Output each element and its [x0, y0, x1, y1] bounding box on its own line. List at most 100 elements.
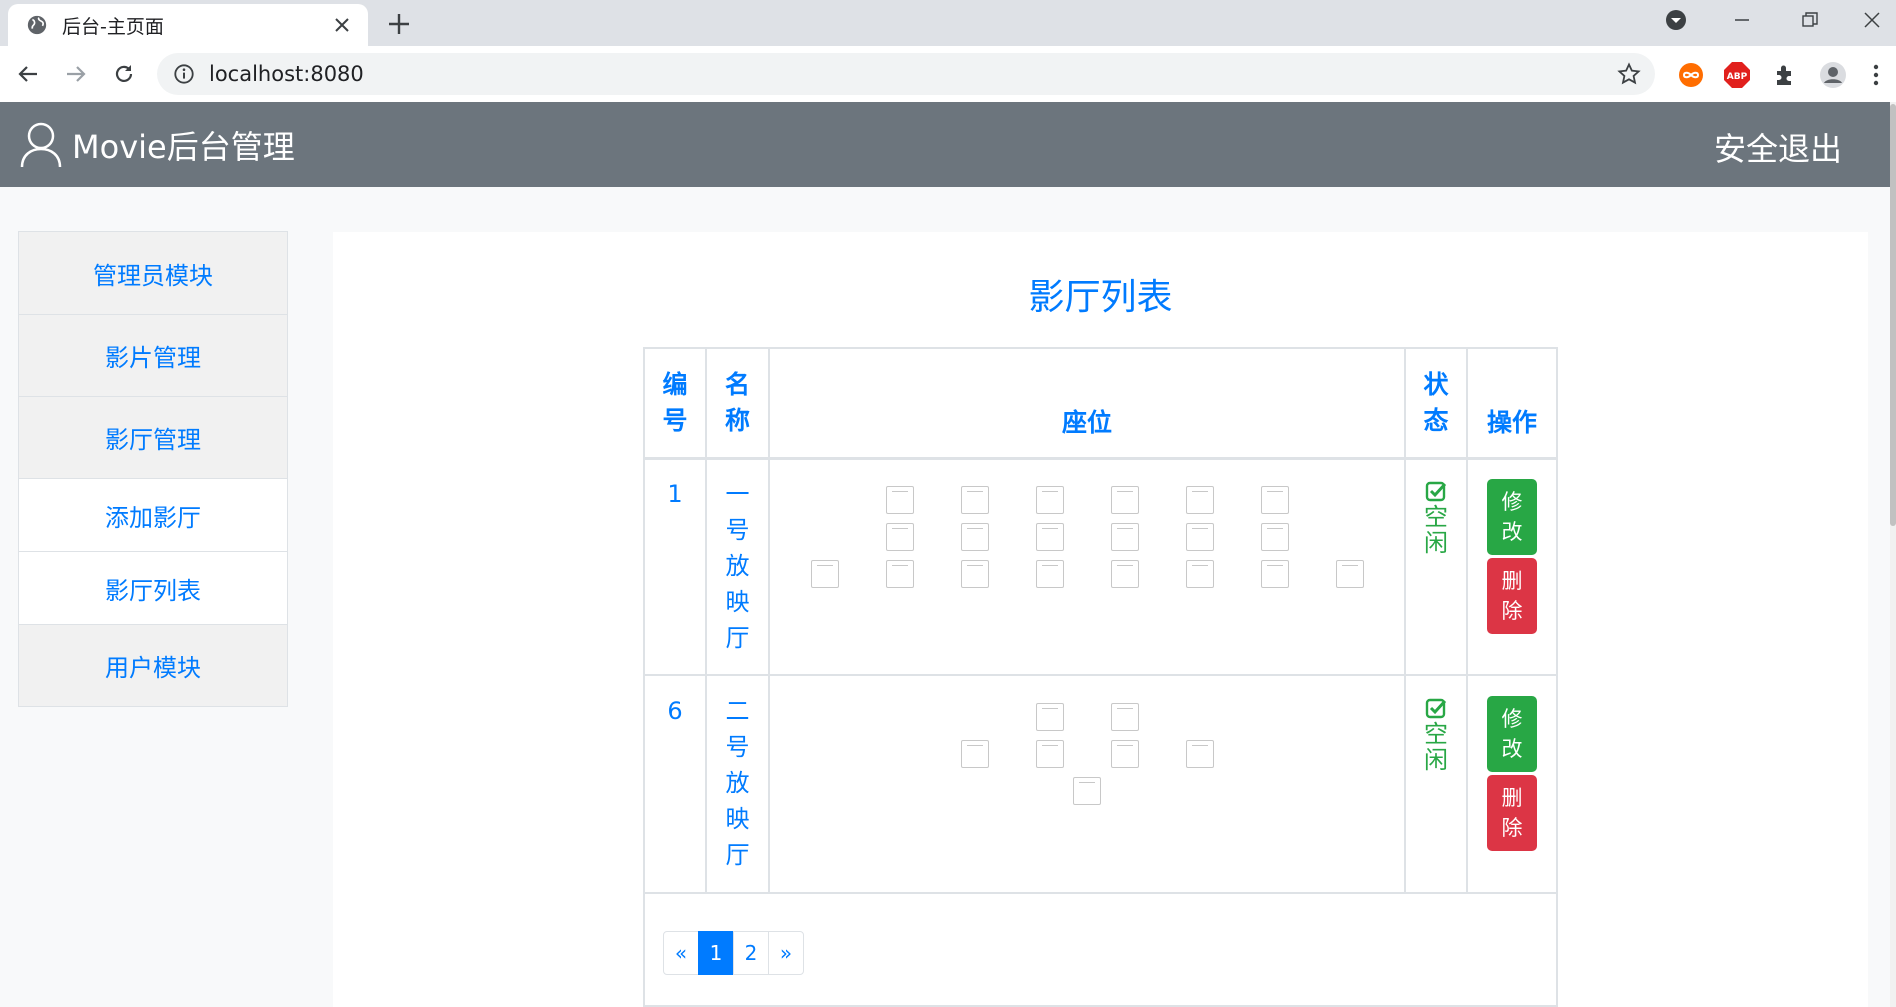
row-1-name: 一号放映厅	[707, 476, 768, 656]
logout-link[interactable]: 安全退出	[1714, 124, 1842, 170]
column-header-name: 名称	[707, 367, 768, 439]
seat-icon	[1335, 560, 1364, 588]
pagination-next[interactable]: »	[768, 931, 804, 975]
infinity-extension-icon[interactable]	[1676, 60, 1706, 90]
menu-kebab-icon[interactable]	[1866, 60, 1886, 90]
row-1-edit-label: 修改	[1501, 490, 1523, 544]
seat-icon	[1185, 523, 1214, 551]
column-header-id: 编号	[645, 367, 705, 439]
seat-icon	[1110, 486, 1139, 514]
row-1-id: 1	[667, 480, 683, 508]
forward-arrow-icon[interactable]	[58, 56, 94, 92]
seat-icon	[1110, 703, 1139, 731]
row-1-seat-map	[770, 460, 1404, 674]
seat-icon	[1035, 486, 1064, 514]
back-arrow-icon[interactable]	[10, 56, 46, 92]
column-header-status-text: 状态	[1423, 370, 1449, 435]
seat-icon	[810, 560, 839, 588]
row-1-edit-button[interactable]: 修改	[1487, 479, 1537, 555]
seat-icon	[885, 560, 914, 588]
row-2-id: 6	[667, 697, 683, 725]
browser-tab[interactable]: 后台-主页面	[8, 4, 368, 46]
sidebar-item-add-hall[interactable]: 添加影厅	[18, 478, 288, 552]
row-2-status-text: 空闲	[1424, 720, 1448, 774]
seat-icon	[960, 523, 989, 551]
seat-icon	[1035, 523, 1064, 551]
close-window-icon[interactable]	[1848, 0, 1896, 40]
seat-icon	[1035, 740, 1064, 768]
row-1-status-text: 空闲	[1424, 503, 1448, 557]
globe-icon	[27, 15, 47, 35]
seat-icon	[1110, 523, 1139, 551]
seat-icon	[960, 486, 989, 514]
row-2-edit-label: 修改	[1501, 707, 1523, 761]
seat-icon	[1185, 486, 1214, 514]
pagination: « 1 2 »	[663, 931, 804, 975]
pagination-page-1[interactable]: 1	[698, 931, 734, 975]
tab-close-icon[interactable]	[330, 13, 354, 37]
pagination-prev[interactable]: «	[663, 931, 699, 975]
page-scrollbar-thumb[interactable]	[1890, 104, 1896, 526]
seat-icon	[1260, 560, 1289, 588]
row-2-delete-button[interactable]: 删除	[1487, 775, 1537, 851]
seat-icon	[1260, 486, 1289, 514]
sidebar-item-admin-module[interactable]: 管理员模块	[18, 231, 288, 315]
seat-icon	[960, 560, 989, 588]
row-2-delete-label: 删除	[1501, 786, 1523, 840]
browser-toolbar: localhost:8080 ABP	[0, 46, 1896, 103]
profile-avatar-icon[interactable]	[1818, 60, 1848, 90]
column-header-actions: 操作	[1486, 408, 1537, 437]
tab-strip: 后台-主页面	[0, 0, 1896, 46]
column-header-seats: 座位	[1061, 408, 1112, 437]
column-header-name-text: 名称	[724, 370, 750, 435]
seat-icon	[1073, 777, 1101, 805]
seat-icon	[1260, 523, 1289, 551]
pagination-page-2[interactable]: 2	[733, 931, 769, 975]
url-text: localhost:8080	[209, 62, 364, 86]
row-1-delete-button[interactable]: 删除	[1487, 558, 1537, 634]
main-panel: 影厅列表 编号 名称 座位 状态 操作 1 一号放映厅 空闲 修改 删除 6 二…	[333, 232, 1868, 1007]
info-icon[interactable]	[173, 63, 195, 85]
address-bar[interactable]: localhost:8080	[157, 53, 1655, 95]
new-tab-button[interactable]	[382, 8, 416, 42]
extensions-puzzle-icon[interactable]	[1770, 60, 1800, 90]
tab-title: 后台-主页面	[62, 15, 164, 38]
sidebar-item-hall-management[interactable]: 影厅管理	[18, 396, 288, 479]
seat-icon	[1110, 560, 1139, 588]
row-2-name-text: 二号放映厅	[725, 697, 750, 869]
minimize-icon[interactable]	[1712, 0, 1772, 40]
hall-table: 编号 名称 座位 状态 操作 1 一号放映厅 空闲 修改 删除 6 二号放映厅	[643, 347, 1558, 1007]
seat-icon	[1185, 560, 1214, 588]
seat-icon	[885, 486, 914, 514]
tab-search-icon[interactable]	[1646, 0, 1706, 40]
column-header-status: 状态	[1406, 367, 1466, 439]
check-square-icon	[1425, 698, 1447, 719]
restore-icon[interactable]	[1780, 0, 1840, 40]
adblock-extension-icon[interactable]: ABP	[1722, 60, 1752, 90]
browser-chrome: 后台-主页面 localhost:8080 ABP	[0, 0, 1896, 103]
sidebar-item-movie-management[interactable]: 影片管理	[18, 314, 288, 397]
row-1-name-text: 一号放映厅	[725, 480, 750, 652]
row-1-status: 空闲	[1406, 480, 1466, 556]
row-2-status: 空闲	[1406, 697, 1466, 773]
seat-icon	[1035, 560, 1064, 588]
seat-icon	[885, 523, 914, 551]
row-1-delete-label: 删除	[1501, 569, 1523, 623]
sidebar-item-hall-list[interactable]: 影厅列表	[18, 551, 288, 625]
row-2-name: 二号放映厅	[707, 693, 768, 873]
sidebar-item-user-module[interactable]: 用户模块	[18, 624, 288, 707]
page-title: 影厅列表	[1028, 277, 1173, 318]
check-square-icon	[1425, 481, 1447, 502]
seat-icon	[1185, 740, 1214, 768]
brand-title: Movie后台管理	[72, 127, 295, 166]
row-2-edit-button[interactable]: 修改	[1487, 696, 1537, 772]
seat-icon	[1035, 703, 1064, 731]
app-header: Movie后台管理 安全退出	[0, 102, 1890, 187]
reload-icon[interactable]	[106, 56, 142, 92]
user-icon	[20, 122, 62, 167]
column-header-id-text: 编号	[662, 370, 688, 435]
sidebar: 管理员模块 影片管理 影厅管理 添加影厅 影厅列表 用户模块	[18, 231, 288, 707]
svg-text:ABP: ABP	[1727, 72, 1748, 82]
seat-icon	[960, 740, 989, 768]
bookmark-star-icon[interactable]	[1617, 62, 1641, 86]
